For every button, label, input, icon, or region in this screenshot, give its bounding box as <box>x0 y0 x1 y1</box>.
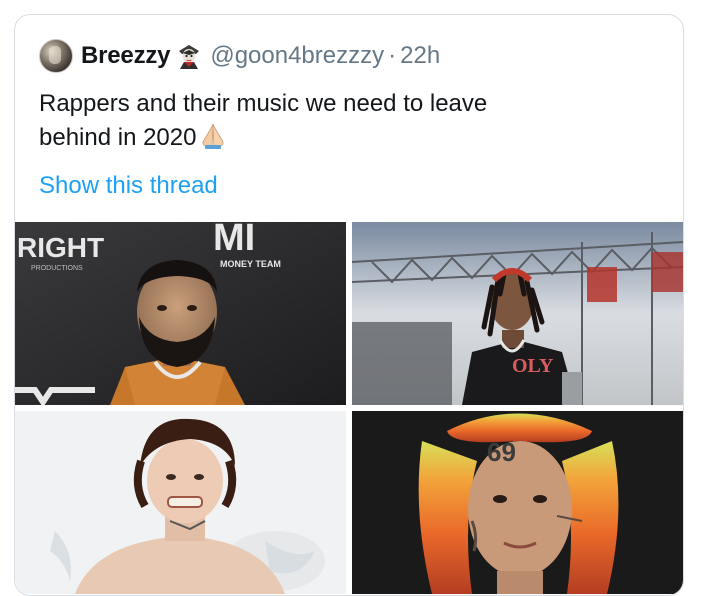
tweet-text-line-2-wrap: behind in 2020 <box>39 121 639 155</box>
backdrop-text-productions: PRODUCTIONS <box>31 265 83 272</box>
media-grid: RIGHT PRODUCTIONS MI MONEY TEAM OLY 69 <box>15 222 683 595</box>
photo-4[interactable]: 69 <box>352 411 683 594</box>
backdrop-text-mi: MI <box>213 222 255 259</box>
forehead-tattoo: 69 <box>487 437 516 467</box>
tweet-text: Rappers and their music we need to leave… <box>39 87 639 155</box>
separator-dot: · <box>388 42 397 69</box>
display-name[interactable]: Breezzy <box>81 42 171 70</box>
tweet-card[interactable]: Breezzy @goon4brezzzy · 22h Rappers and … <box>14 14 684 596</box>
backdrop-text-right: RIGHT <box>17 232 104 263</box>
tweet-header: Breezzy @goon4brezzzy · 22h <box>39 39 440 73</box>
avatar[interactable] <box>39 39 73 73</box>
photo-3[interactable] <box>15 411 346 594</box>
user-handle[interactable]: @goon4brezzzy <box>210 42 384 70</box>
timestamp[interactable]: 22h <box>400 42 440 70</box>
photo-1-image: RIGHT PRODUCTIONS MI MONEY TEAM <box>15 222 346 405</box>
tweet-text-line-2: behind in 2020 <box>39 124 197 151</box>
photo-2[interactable]: OLY <box>352 222 683 405</box>
photo-4-image: 69 <box>352 411 683 594</box>
backdrop-text-money-team: MONEY TEAM <box>220 259 281 269</box>
vampire-emoji-icon <box>179 45 200 69</box>
tweet-text-line-1: Rappers and their music we need to leave <box>39 90 488 117</box>
photo-3-image <box>15 411 346 594</box>
folded-hands-icon <box>203 123 224 149</box>
show-thread-link[interactable]: Show this thread <box>39 172 218 200</box>
photo-1[interactable]: RIGHT PRODUCTIONS MI MONEY TEAM <box>15 222 346 405</box>
photo-2-image: OLY <box>352 222 683 405</box>
shirt-text: OLY <box>512 355 554 377</box>
